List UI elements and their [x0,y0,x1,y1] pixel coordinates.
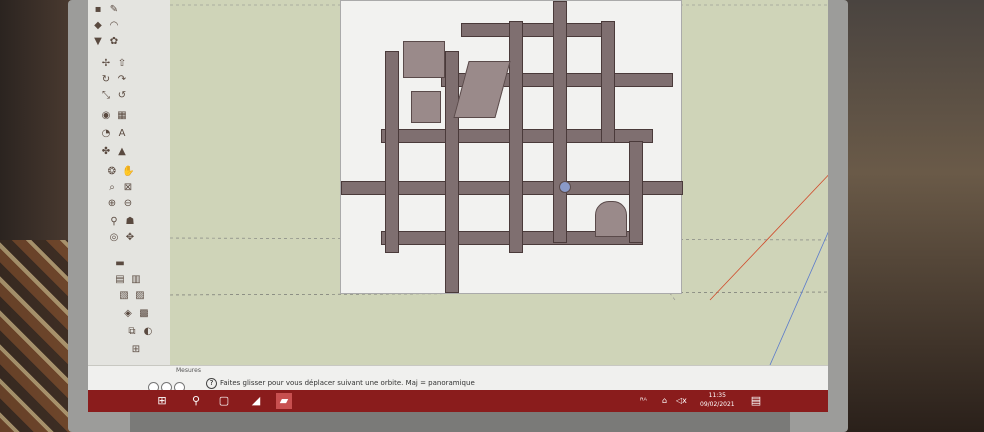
protractor-tool-icon[interactable]: ◔ [100,128,112,140]
building-block [453,61,511,118]
measurements-tab[interactable]: Mesures [176,367,201,374]
scale-tool-icon[interactable]: ⤡ [100,90,112,102]
rotate-tool-icon[interactable]: ↻ [100,74,112,86]
street-v1 [385,51,399,253]
position-camera-icon[interactable]: ⚲ [108,216,120,228]
section-tool-icon[interactable]: ✥ [124,232,136,244]
notifications-icon[interactable]: ▤ [748,393,764,409]
street-v3 [509,21,523,253]
lookaround-tool-icon[interactable]: ◎ [108,232,120,244]
text-tool-icon[interactable]: A [116,128,128,140]
warehouse-icon[interactable]: ▬ [114,258,126,270]
windows-icon[interactable]: ⊞ [154,393,170,409]
street-v6 [629,141,643,243]
street-v4 [553,1,567,243]
task-view-icon[interactable]: ▢ [216,393,232,409]
axes-tool-icon[interactable]: ✤ [100,146,112,158]
shape-tool-icon[interactable]: ◆ [92,20,104,32]
volume-icon[interactable]: ◁x [676,396,687,405]
paint-tool-icon[interactable]: ✿ [108,36,120,48]
scenes-icon[interactable]: ▩ [138,308,150,320]
clock[interactable]: 11:35 09/02/2021 [700,391,735,409]
tool-palette: ▪ ✎ ◆ ◠ ▼ ✿ ✢ ⇧ ↻ ↷ ⤡ ↺ ◉ ▦ ◔ A ✤ ▲ ❂ ✋ … [88,0,171,365]
zoom-extents-tool-icon[interactable]: ⊕ [106,198,118,210]
move-tool-icon[interactable]: ✢ [100,58,112,70]
drawing-canvas[interactable] [170,0,828,365]
model-base-plane[interactable] [340,0,683,294]
pushpull-tool-icon[interactable]: ⇧ [116,58,128,70]
clock-time: 11:35 [708,392,726,399]
status-message: Faites glisser pour vous déplacer suivan… [220,379,475,387]
select-tool-icon[interactable]: ▪ [92,4,104,16]
taskbar-app-icon[interactable]: ▰ [276,393,292,409]
zoom-tool-icon[interactable]: ⌕ [106,182,118,194]
outliner-icon[interactable]: ⧉ [126,326,138,338]
building-block [411,91,441,123]
street-v5 [601,21,615,143]
extension-icon[interactable]: ▤ [114,274,126,286]
offset-tool-icon[interactable]: ↺ [116,90,128,102]
taskbar: ⊞ ⚲ ▢ ◢ ▰ ᴿᴬ ⌂ ◁x 11:35 09/02/2021 ▤ [88,390,828,412]
building-block [595,201,627,237]
network-icon[interactable]: ⌂ [662,396,667,405]
eraser-tool-icon[interactable]: ▼ [92,36,104,48]
layers-icon[interactable]: ▨ [134,290,146,302]
3dtext-tool-icon[interactable]: ▲ [116,146,128,158]
walk-tool-icon[interactable]: ☗ [124,216,136,228]
sketchup-icon[interactable]: ◢ [248,393,264,409]
arc-tool-icon[interactable]: ◠ [108,20,120,32]
zoom-window-tool-icon[interactable]: ⊠ [122,182,134,194]
pencil-tool-icon[interactable]: ✎ [108,4,120,16]
building-block [403,41,445,78]
tape-tool-icon[interactable]: ◉ [100,110,112,122]
materials-icon[interactable]: ◐ [142,326,154,338]
help-icon[interactable]: ? [206,378,217,389]
styles-icon[interactable]: ◈ [122,308,134,320]
dimension-tool-icon[interactable]: ▦ [116,110,128,122]
people-icon[interactable]: ᴿᴬ [640,396,647,405]
screen: ▪ ✎ ◆ ◠ ▼ ✿ ✢ ⇧ ↻ ↷ ⤡ ↺ ◉ ▦ ◔ A ✤ ▲ ❂ ✋ … [88,0,828,412]
street-v2 [445,51,459,293]
clock-date: 09/02/2021 [700,401,735,408]
previous-view-icon[interactable]: ⊖ [122,198,134,210]
fog-icon[interactable]: ⊞ [130,344,142,356]
components-icon[interactable]: ▥ [130,274,142,286]
view-marker-icon [559,181,571,193]
pan-tool-icon[interactable]: ✋ [122,166,134,178]
followme-tool-icon[interactable]: ↷ [116,74,128,86]
sandbox-icon[interactable]: ▧ [118,290,130,302]
search-icon[interactable]: ⚲ [188,393,204,409]
street-h1 [461,23,613,37]
orbit-tool-icon[interactable]: ❂ [106,166,118,178]
monitor-stand [130,412,790,432]
